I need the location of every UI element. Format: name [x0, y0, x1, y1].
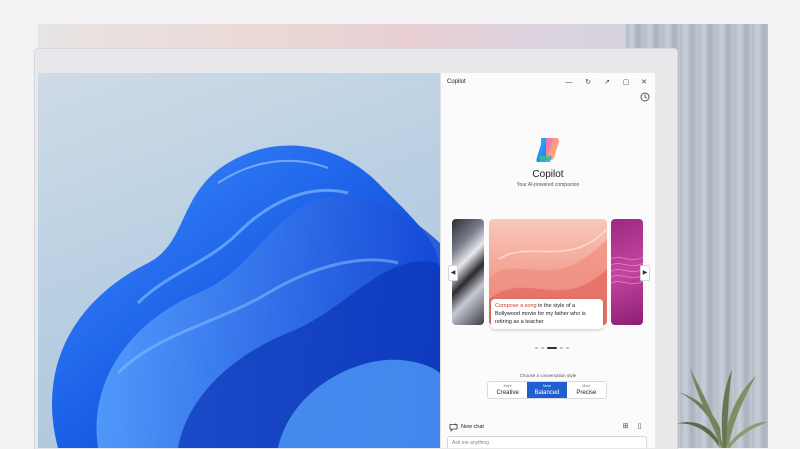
pagination-dot[interactable] [566, 347, 569, 349]
bloom-artwork [52, 145, 440, 448]
dock-icon[interactable]: — [563, 77, 575, 89]
conversation-style-selector: More Creative More Balanced More Precise [487, 381, 607, 399]
copilot-heading: Copilot [532, 169, 564, 180]
suggested-prompt[interactable]: Compose a song in the style of a Bollywo… [491, 299, 603, 329]
mobile-icon[interactable]: ▯ [635, 422, 644, 431]
pagination-dot[interactable] [547, 347, 557, 349]
new-chat-button[interactable]: New chat [449, 422, 484, 432]
ask-input[interactable]: Ask me anything [447, 436, 647, 448]
pagination-dot[interactable] [560, 347, 563, 349]
style-precise-button[interactable]: More Precise [567, 382, 606, 398]
history-icon[interactable] [639, 91, 651, 103]
plant-decoration [676, 368, 768, 448]
new-chat-icon [449, 423, 458, 432]
carousel-pagination [535, 347, 569, 349]
open-external-icon[interactable]: ↗ [601, 77, 613, 89]
card-lines-artwork [610, 256, 644, 284]
prompt-highlight: Compose a song [495, 303, 537, 309]
pane-title: Copilot [447, 79, 466, 85]
pagination-dot[interactable] [541, 347, 544, 349]
style-balanced-label: Balanced [534, 390, 560, 396]
new-chat-label: New chat [461, 424, 484, 430]
conversation-style-label: Choose a conversation style [519, 373, 577, 378]
add-image-icon[interactable]: ⊞ [621, 422, 630, 431]
pagination-dot[interactable] [535, 347, 538, 349]
close-icon[interactable]: ✕ [638, 77, 650, 89]
style-creative-button[interactable]: More Creative [488, 382, 527, 398]
carousel-next-button[interactable]: ▶ [640, 265, 650, 281]
style-creative-label: Creative [496, 390, 519, 396]
pane-titlebar: Copilot — ↻ ↗ ▢ ✕ [441, 73, 655, 93]
desktop-wallpaper [38, 73, 440, 448]
carousel-prev-button[interactable]: ◀ [448, 265, 458, 281]
refresh-icon[interactable]: ↻ [582, 77, 594, 89]
style-balanced-button[interactable]: More Balanced [527, 382, 567, 398]
style-precise-label: Precise [576, 390, 597, 396]
carousel-card-next[interactable] [610, 219, 644, 325]
copilot-tagline: Your AI-powered companion [516, 182, 580, 188]
ask-placeholder: Ask me anything [452, 440, 489, 446]
copilot-pane: Copilot — ↻ ↗ ▢ ✕ Copilot Your AI-powere… [440, 73, 655, 448]
restore-icon[interactable]: ▢ [620, 77, 632, 89]
copilot-logo-icon [536, 138, 560, 162]
